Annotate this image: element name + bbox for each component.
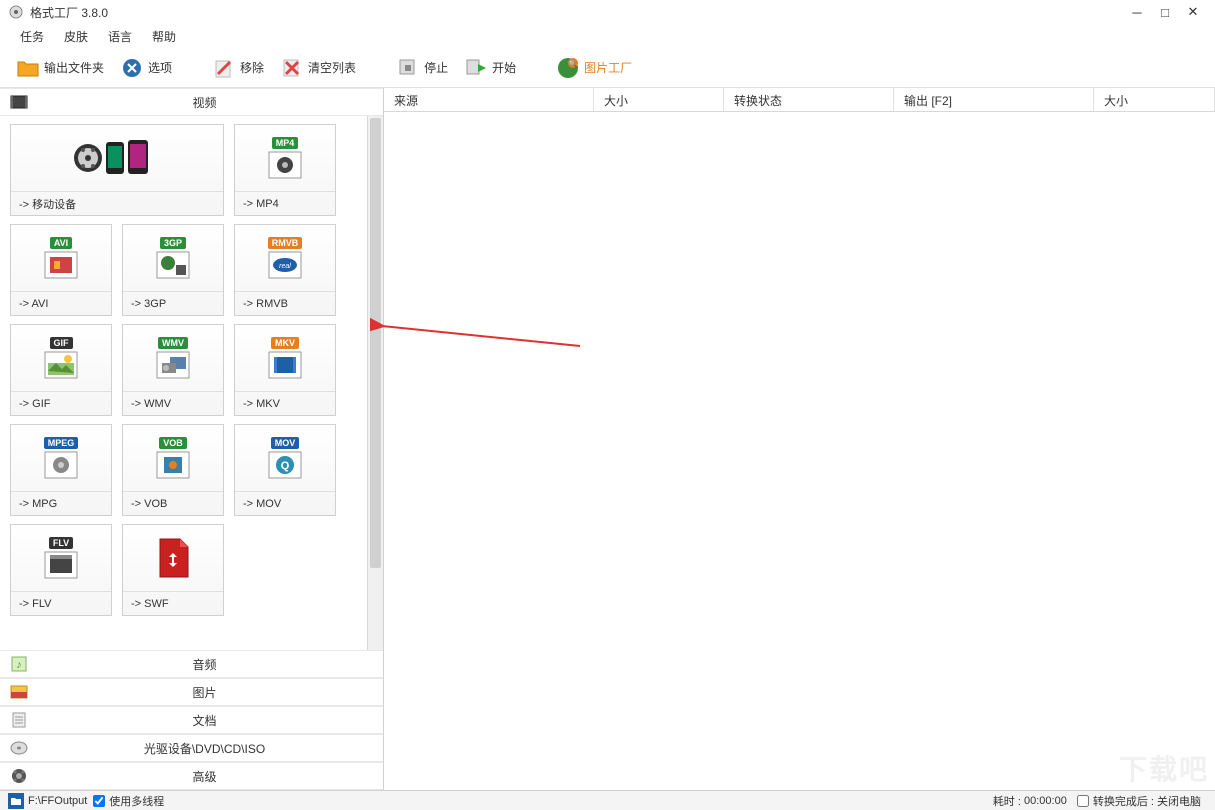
svg-text:♪: ♪ bbox=[16, 659, 22, 671]
video-icon bbox=[10, 93, 28, 111]
tile-swf[interactable]: -> SWF bbox=[122, 524, 224, 616]
svg-text:🔍: 🔍 bbox=[569, 59, 578, 68]
close-button[interactable]: ✕ bbox=[1179, 2, 1207, 22]
3gp-icon bbox=[156, 251, 190, 279]
image-factory-icon: 🔍 bbox=[556, 56, 580, 80]
menu-help[interactable]: 帮助 bbox=[142, 24, 186, 49]
toolbar: 输出文件夹 选项 移除 清空列表 停止 开始 🔍 图片工厂 bbox=[0, 48, 1215, 88]
avi-icon bbox=[44, 251, 78, 279]
remove-button[interactable]: 移除 bbox=[206, 52, 270, 84]
minimize-button[interactable]: ─ bbox=[1123, 2, 1151, 22]
mkv-icon bbox=[268, 351, 302, 379]
start-button[interactable]: 开始 bbox=[458, 52, 522, 84]
menu-lang[interactable]: 语言 bbox=[98, 24, 142, 49]
tile-mobile[interactable]: -> 移动设备 bbox=[10, 124, 224, 216]
stop-icon bbox=[396, 56, 420, 80]
audio-icon: ♪ bbox=[10, 655, 28, 673]
disc-icon bbox=[10, 739, 28, 757]
scrollbar-thumb[interactable] bbox=[370, 118, 381, 568]
tile-rmvb[interactable]: RMVBreal -> RMVB bbox=[234, 224, 336, 316]
th-output[interactable]: 输出 [F2] bbox=[894, 88, 1094, 111]
tile-vob[interactable]: VOB -> VOB bbox=[122, 424, 224, 516]
format-grid: -> 移动设备 MP4 -> MP4 AVI -> AVI bbox=[0, 116, 367, 650]
statusbar: F:\FFOutput 使用多线程 耗时 : 00:00:00 转换完成后 : … bbox=[0, 790, 1215, 810]
shutdown-checkbox[interactable]: 转换完成后 : 关闭电脑 bbox=[1077, 793, 1201, 809]
gif-icon bbox=[44, 351, 78, 379]
output-folder-button[interactable]: 输出文件夹 bbox=[10, 52, 110, 84]
svg-text:real: real bbox=[279, 263, 291, 270]
tile-flv[interactable]: FLV -> FLV bbox=[10, 524, 112, 616]
tile-mkv[interactable]: MKV -> MKV bbox=[234, 324, 336, 416]
menubar: 任务 皮肤 语言 帮助 bbox=[0, 24, 1215, 48]
vob-icon bbox=[156, 451, 190, 479]
main-area: 视频 -> 移动设备 bbox=[0, 88, 1215, 790]
maximize-button[interactable]: □ bbox=[1151, 2, 1179, 22]
format-area: -> 移动设备 MP4 -> MP4 AVI -> AVI bbox=[0, 116, 383, 650]
tile-mov[interactable]: MOVQ -> MOV bbox=[234, 424, 336, 516]
th-source[interactable]: 来源 bbox=[384, 88, 594, 111]
clear-button[interactable]: 清空列表 bbox=[274, 52, 362, 84]
table-body[interactable] bbox=[384, 112, 1215, 790]
th-size[interactable]: 大小 bbox=[594, 88, 724, 111]
th-size2[interactable]: 大小 bbox=[1094, 88, 1215, 111]
document-icon bbox=[10, 711, 28, 729]
tile-3gp[interactable]: 3GP -> 3GP bbox=[122, 224, 224, 316]
remove-icon bbox=[212, 56, 236, 80]
category-video[interactable]: 视频 bbox=[0, 88, 383, 116]
menu-task[interactable]: 任务 bbox=[10, 24, 54, 49]
picture-icon bbox=[10, 683, 28, 701]
tile-avi[interactable]: AVI -> AVI bbox=[10, 224, 112, 316]
right-panel: 来源 大小 转换状态 输出 [F2] 大小 bbox=[384, 88, 1215, 790]
app-icon bbox=[8, 4, 24, 20]
image-factory-button[interactable]: 🔍 图片工厂 bbox=[550, 52, 638, 84]
folder-status-icon[interactable] bbox=[8, 793, 24, 809]
svg-text:Q: Q bbox=[281, 460, 290, 472]
titlebar: 格式工厂 3.8.0 ─ □ ✕ bbox=[0, 0, 1215, 24]
flv-icon bbox=[44, 551, 78, 579]
mobile-device-icon bbox=[11, 125, 223, 191]
swf-icon bbox=[156, 537, 190, 579]
mov-icon: Q bbox=[268, 451, 302, 479]
start-icon bbox=[464, 56, 488, 80]
multithread-checkbox[interactable]: 使用多线程 bbox=[93, 793, 164, 809]
stop-button[interactable]: 停止 bbox=[390, 52, 454, 84]
app-title: 格式工厂 3.8.0 bbox=[30, 4, 108, 21]
tile-gif[interactable]: GIF -> GIF bbox=[10, 324, 112, 416]
rmvb-icon: real bbox=[268, 251, 302, 279]
clear-icon bbox=[280, 56, 304, 80]
mp4-icon bbox=[268, 151, 302, 179]
options-icon bbox=[120, 56, 144, 80]
wmv-icon bbox=[156, 351, 190, 379]
tile-mpg[interactable]: MPEG -> MPG bbox=[10, 424, 112, 516]
table-header: 来源 大小 转换状态 输出 [F2] 大小 bbox=[384, 88, 1215, 112]
category-document[interactable]: 文档 bbox=[0, 706, 383, 734]
output-path: F:\FFOutput bbox=[28, 795, 87, 807]
menu-skin[interactable]: 皮肤 bbox=[54, 24, 98, 49]
mpg-icon bbox=[44, 451, 78, 479]
category-picture[interactable]: 图片 bbox=[0, 678, 383, 706]
tile-mp4[interactable]: MP4 -> MP4 bbox=[234, 124, 336, 216]
tile-wmv[interactable]: WMV -> WMV bbox=[122, 324, 224, 416]
category-advanced[interactable]: 高级 bbox=[0, 762, 383, 790]
category-disc[interactable]: 光驱设备\DVD\CD\ISO bbox=[0, 734, 383, 762]
folder-icon bbox=[16, 56, 40, 80]
category-audio[interactable]: ♪ 音频 bbox=[0, 650, 383, 678]
scrollbar[interactable] bbox=[367, 116, 383, 650]
th-status[interactable]: 转换状态 bbox=[724, 88, 894, 111]
left-panel: 视频 -> 移动设备 bbox=[0, 88, 384, 790]
options-button[interactable]: 选项 bbox=[114, 52, 178, 84]
advanced-icon bbox=[10, 767, 28, 785]
elapsed-label: 耗时 : bbox=[993, 793, 1021, 809]
elapsed-value: 00:00:00 bbox=[1024, 795, 1067, 807]
